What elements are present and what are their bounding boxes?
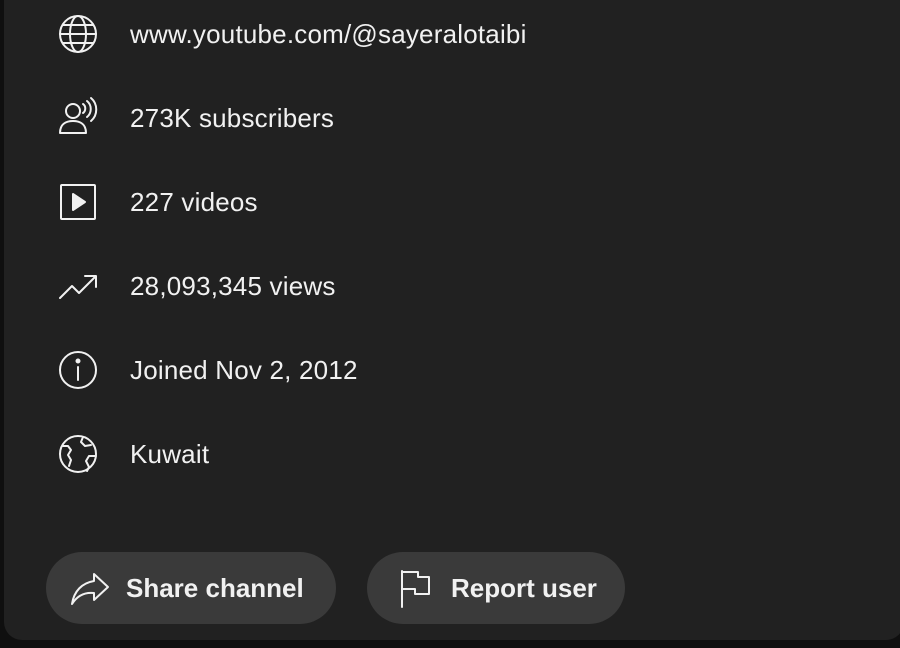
share-arrow-icon [68, 566, 112, 610]
info-icon [56, 348, 100, 392]
video-play-icon [56, 180, 100, 224]
country: Kuwait [130, 438, 210, 469]
report-user-button[interactable]: Report user [367, 552, 625, 624]
video-count: 227 videos [130, 186, 258, 217]
view-count: 28,093,345 views [130, 270, 336, 301]
subscribers-row: 273K subscribers [4, 88, 900, 148]
share-channel-button[interactable]: Share channel [46, 552, 336, 624]
location-row: Kuwait [4, 424, 900, 484]
link-row[interactable]: www.youtube.com/@sayeralotaibi [4, 4, 900, 64]
share-channel-label: Share channel [126, 572, 304, 603]
action-buttons: Share channel Report user [46, 552, 625, 624]
views-row: 28,093,345 views [4, 256, 900, 316]
report-user-label: Report user [451, 572, 597, 603]
videos-row: 227 videos [4, 172, 900, 232]
about-dialog: www.youtube.com/@sayeralotaibi 273K subs… [4, 0, 900, 640]
globe-icon [56, 12, 100, 56]
flag-icon [393, 566, 437, 610]
trending-up-icon [56, 264, 100, 308]
world-location-icon [56, 432, 100, 476]
subscribers-icon [56, 96, 100, 140]
channel-url-link[interactable]: www.youtube.com/@sayeralotaibi [130, 19, 527, 50]
subscriber-count: 273K subscribers [130, 102, 335, 133]
joined-row: Joined Nov 2, 2012 [4, 340, 900, 400]
joined-date: Joined Nov 2, 2012 [130, 354, 358, 385]
